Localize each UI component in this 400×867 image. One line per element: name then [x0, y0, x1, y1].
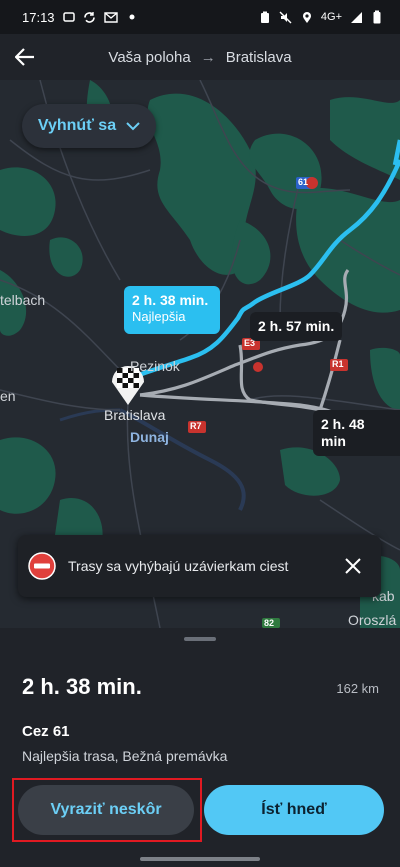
route-callout-alt-2[interactable]: 2 h. 48 min [313, 410, 400, 456]
road-shield-r1: R1 [332, 359, 344, 369]
no-entry-icon [28, 552, 56, 580]
route-callout-best[interactable]: 2 h. 38 min. Najlepšia [124, 286, 220, 334]
avoid-button-label: Vyhnúť sa [37, 117, 117, 134]
route-arrow: → [200, 48, 216, 66]
gesture-navigation-bar[interactable] [140, 857, 260, 861]
route-callout-eta: 2 h. 48 min [321, 416, 365, 449]
route-via: Cez 61 [22, 723, 70, 740]
arrow-left-icon [15, 48, 34, 66]
network-type: 4G+ [320, 11, 342, 23]
close-icon [345, 558, 361, 574]
clock: 17:13 [22, 9, 55, 25]
place-en: en [0, 388, 16, 404]
road-shield-61: 61 [298, 177, 309, 187]
place-pezinok: Pezinok [130, 358, 180, 374]
go-now-button[interactable]: Ísť hneď [204, 785, 384, 835]
place-oroszla: Oroszlá [348, 612, 397, 628]
toast-close-button[interactable] [341, 554, 365, 578]
battery-icon [370, 10, 384, 24]
screen-record-icon [62, 10, 76, 24]
route-callout-eta: 2 h. 38 min. [132, 292, 209, 308]
top-bar: Vaša poloha → Bratislava [0, 34, 400, 80]
place-dunaj: Dunaj [130, 429, 169, 445]
danube-river [119, 408, 246, 511]
highlight-box [12, 778, 202, 842]
chevron-down-icon [126, 121, 140, 130]
gmail-icon [103, 10, 118, 24]
road-shield-82: 82 [264, 618, 275, 628]
route-description: Najlepšia trasa, Bežná premávka [22, 748, 228, 764]
route-callout-alt-1[interactable]: 2 h. 57 min. [250, 312, 343, 341]
location-icon [300, 10, 314, 24]
dot-icon [125, 10, 139, 24]
place-telbach: telbach [0, 292, 46, 308]
back-button[interactable] [0, 34, 50, 80]
route-origin[interactable]: Vaša poloha [108, 49, 190, 66]
road-shield-r7: R7 [190, 421, 202, 431]
status-bar: 17:13 4G+ [0, 0, 400, 34]
route-summary: Vaša poloha → Bratislava [0, 49, 400, 66]
route-callout-label: Najlepšia [132, 308, 186, 324]
avoid-button[interactable]: Vyhnúť sa [22, 104, 156, 148]
route-callout-eta: 2 h. 57 min. [258, 318, 335, 334]
route-eta: 2 h. 38 min. [22, 674, 142, 699]
sync-icon [83, 10, 97, 24]
toast-message: Trasy sa vyhýbajú uzávierkam ciest [68, 558, 289, 574]
place-bratislava: Bratislava [104, 407, 166, 423]
mute-icon [279, 10, 293, 24]
sheet-drag-handle[interactable] [184, 637, 216, 641]
route-destination[interactable]: Bratislava [226, 49, 292, 66]
battery-saver-icon [258, 10, 272, 24]
road-closure-toast: Trasy sa vyhýbajú uzávierkam ciest [18, 535, 381, 597]
signal-icon [349, 10, 363, 24]
route-distance: 162 km [336, 681, 379, 696]
map-view[interactable]: 61 R1 R7 75 E3 82 Pezinok Bratislava Dun… [0, 80, 400, 628]
route-details-sheet: 2 h. 38 min. 162 km Cez 61 Najlepšia tra… [0, 628, 400, 867]
